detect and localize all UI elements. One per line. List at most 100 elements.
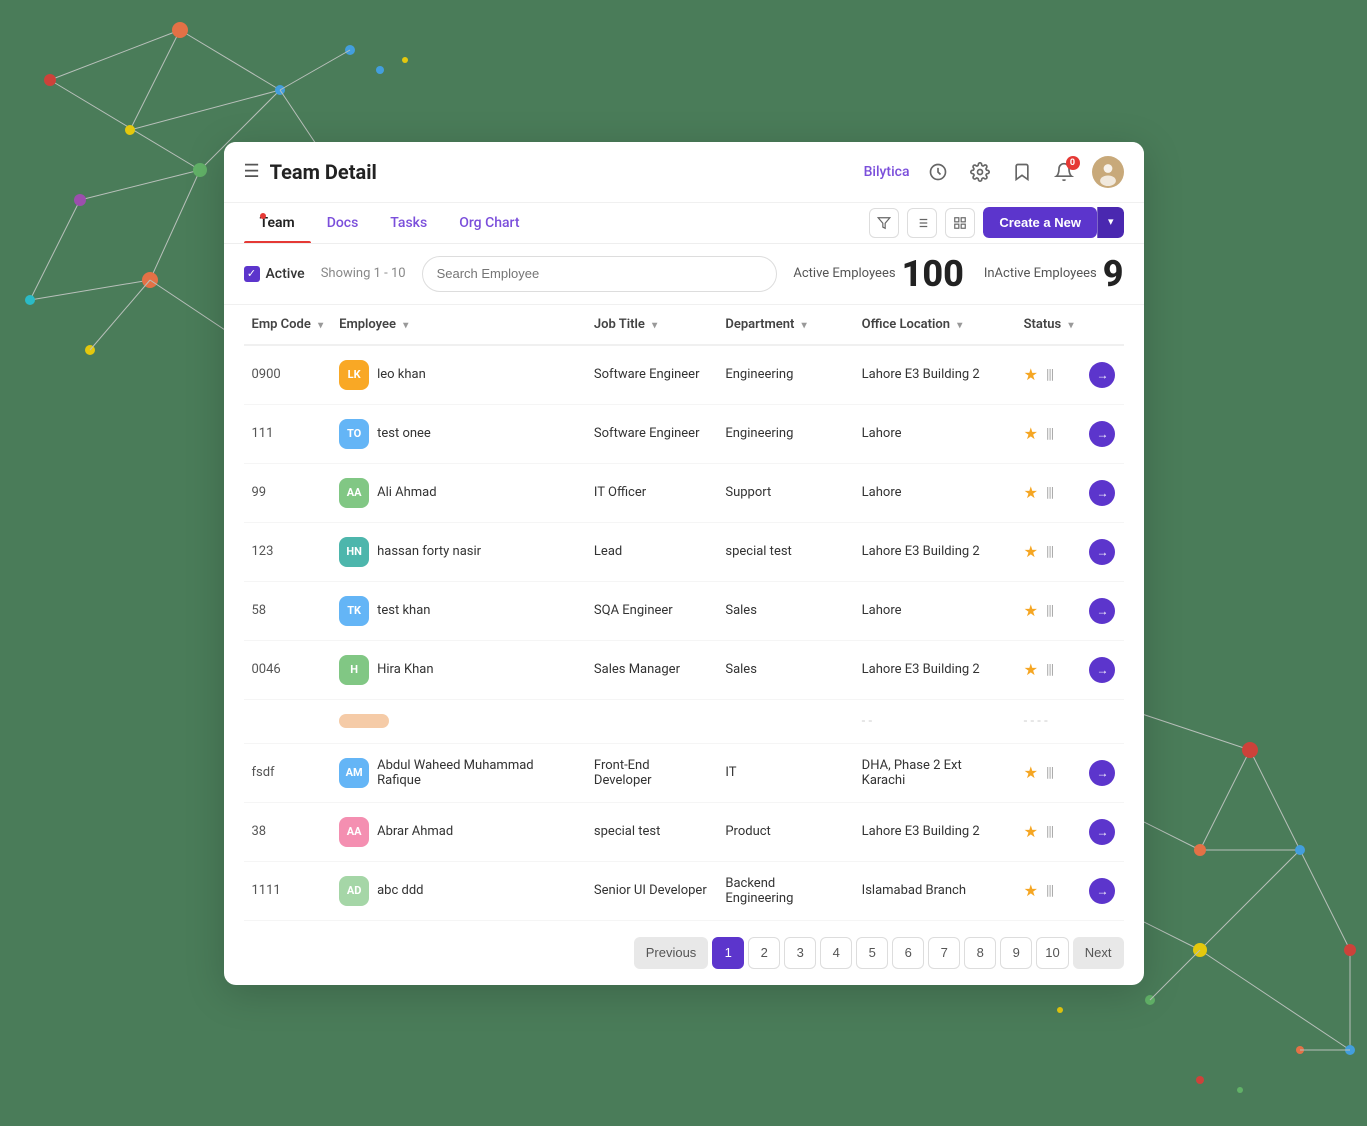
cell-status: ★ ||| xyxy=(1016,861,1082,920)
filter-icon-btn[interactable] xyxy=(869,208,899,238)
page-3-button[interactable]: 3 xyxy=(784,937,816,969)
cell-job-title: Software Engineer xyxy=(586,404,717,463)
cell-emp-code: 0900 xyxy=(244,345,332,405)
detail-arrow-button[interactable]: → xyxy=(1089,421,1115,447)
page-7-button[interactable]: 7 xyxy=(928,937,960,969)
star-icon[interactable]: ★ xyxy=(1024,601,1038,620)
page-title: Team Detail xyxy=(270,160,377,184)
col-status[interactable]: Status ▾ xyxy=(1016,305,1082,345)
cell-employee: AM Abdul Waheed Muhammad Rafique xyxy=(331,743,586,802)
create-new-dropdown-arrow[interactable]: ▾ xyxy=(1097,207,1124,238)
col-emp-code[interactable]: Emp Code ▾ xyxy=(244,305,332,345)
previous-button[interactable]: Previous xyxy=(634,937,709,969)
search-input[interactable] xyxy=(422,256,778,292)
star-icon[interactable]: ★ xyxy=(1024,542,1038,561)
tab-org-chart[interactable]: Org Chart xyxy=(443,203,535,243)
barcode-icon: ||| xyxy=(1046,824,1053,840)
cell-job-title: SQA Engineer xyxy=(586,581,717,640)
page-1-button[interactable]: 1 xyxy=(712,937,744,969)
detail-arrow-button[interactable]: → xyxy=(1089,878,1115,904)
table-row: 58 TK test khan SQA Engineer Sales Lahor… xyxy=(244,581,1124,640)
cell-employee: AA Ali Ahmad xyxy=(331,463,586,522)
star-icon[interactable]: ★ xyxy=(1024,483,1038,502)
cell-employee: TK test khan xyxy=(331,581,586,640)
page-8-button[interactable]: 8 xyxy=(964,937,996,969)
col-employee[interactable]: Employee ▾ xyxy=(331,305,586,345)
cell-status: ★ ||| xyxy=(1016,802,1082,861)
employee-table-wrap: Emp Code ▾ Employee ▾ Job Title ▾ Depart… xyxy=(224,305,1144,921)
cell-status: ★ ||| xyxy=(1016,640,1082,699)
grid-view-btn[interactable] xyxy=(945,208,975,238)
cell-office: Lahore xyxy=(854,463,1016,522)
cell-job-title: Senior UI Developer xyxy=(586,861,717,920)
showing-count: Showing 1 - 10 xyxy=(321,266,406,281)
detail-arrow-button[interactable]: → xyxy=(1089,362,1115,388)
bookmark-icon[interactable] xyxy=(1008,158,1036,186)
page-6-button[interactable]: 6 xyxy=(892,937,924,969)
tab-tasks[interactable]: Tasks xyxy=(374,203,443,243)
col-department[interactable]: Department ▾ xyxy=(717,305,853,345)
stats-area: Active Employees 100 InActive Employees … xyxy=(793,256,1123,292)
star-icon[interactable]: ★ xyxy=(1024,822,1038,841)
page-2-button[interactable]: 2 xyxy=(748,937,780,969)
page-10-button[interactable]: 10 xyxy=(1036,937,1068,969)
user-avatar[interactable] xyxy=(1092,156,1124,188)
page-5-button[interactable]: 5 xyxy=(856,937,888,969)
col-job-title[interactable]: Job Title ▾ xyxy=(586,305,717,345)
detail-arrow-button[interactable]: → xyxy=(1089,657,1115,683)
tab-team[interactable]: Team xyxy=(244,203,311,243)
barcode-icon: ||| xyxy=(1046,603,1053,619)
cell-emp-code xyxy=(244,699,332,743)
star-icon[interactable]: ★ xyxy=(1024,763,1038,782)
list-view-btn[interactable] xyxy=(907,208,937,238)
star-icon[interactable]: ★ xyxy=(1024,424,1038,443)
star-icon[interactable]: ★ xyxy=(1024,881,1038,900)
cell-employee: H Hira Khan xyxy=(331,640,586,699)
cell-status: ★ ||| xyxy=(1016,522,1082,581)
page-4-button[interactable]: 4 xyxy=(820,937,852,969)
detail-arrow-button[interactable]: → xyxy=(1089,480,1115,506)
cell-status: ★ ||| xyxy=(1016,581,1082,640)
barcode-icon: ||| xyxy=(1046,426,1053,442)
page-9-button[interactable]: 9 xyxy=(1000,937,1032,969)
settings-icon[interactable] xyxy=(966,158,994,186)
active-checkbox[interactable]: ✓ Active xyxy=(244,266,305,282)
tab-docs[interactable]: Docs xyxy=(311,203,375,243)
tab-group: Team Docs Tasks Org Chart xyxy=(244,203,870,243)
cell-job-title xyxy=(586,699,717,743)
active-label: Active xyxy=(266,266,305,282)
app-container: ☰ Team Detail Bilytica 0 xyxy=(224,142,1144,985)
cell-employee: AA Abrar Ahmad xyxy=(331,802,586,861)
barcode-icon: ||| xyxy=(1046,485,1053,501)
detail-arrow-button[interactable]: → xyxy=(1089,598,1115,624)
header: ☰ Team Detail Bilytica 0 xyxy=(224,142,1144,203)
create-new-button[interactable]: Create a New xyxy=(983,207,1097,238)
clock-icon[interactable] xyxy=(924,158,952,186)
employee-table: Emp Code ▾ Employee ▾ Job Title ▾ Depart… xyxy=(244,305,1124,921)
notification-icon[interactable]: 0 xyxy=(1050,158,1078,186)
cell-arrow: → xyxy=(1081,861,1123,920)
col-office-location[interactable]: Office Location ▾ xyxy=(854,305,1016,345)
inactive-employees-label: InActive Employees xyxy=(984,266,1097,281)
barcode-icon: ||| xyxy=(1046,544,1053,560)
cell-job-title: Lead xyxy=(586,522,717,581)
next-button[interactable]: Next xyxy=(1073,937,1124,969)
employee-name: Abdul Waheed Muhammad Rafique xyxy=(377,758,578,788)
detail-arrow-button[interactable]: → xyxy=(1089,539,1115,565)
inactive-employees-count: 9 xyxy=(1103,256,1124,292)
star-icon[interactable]: ★ xyxy=(1024,660,1038,679)
detail-arrow-button[interactable]: → xyxy=(1089,819,1115,845)
cell-status: ★ ||| xyxy=(1016,345,1082,405)
employee-name: Ali Ahmad xyxy=(377,485,436,500)
cell-department: Backend Engineering xyxy=(717,861,853,920)
table-body: 0900 LK leo khan Software Engineer Engin… xyxy=(244,345,1124,921)
active-employees-count: 100 xyxy=(902,256,964,292)
cell-office: - - xyxy=(854,699,1016,743)
cell-emp-code: 58 xyxy=(244,581,332,640)
detail-arrow-button[interactable]: → xyxy=(1089,760,1115,786)
hamburger-icon[interactable]: ☰ xyxy=(244,161,260,182)
employee-name: test onee xyxy=(377,426,431,441)
cell-job-title: Software Engineer xyxy=(586,345,717,405)
brand-link[interactable]: Bilytica xyxy=(864,164,910,180)
star-icon[interactable]: ★ xyxy=(1024,365,1038,384)
